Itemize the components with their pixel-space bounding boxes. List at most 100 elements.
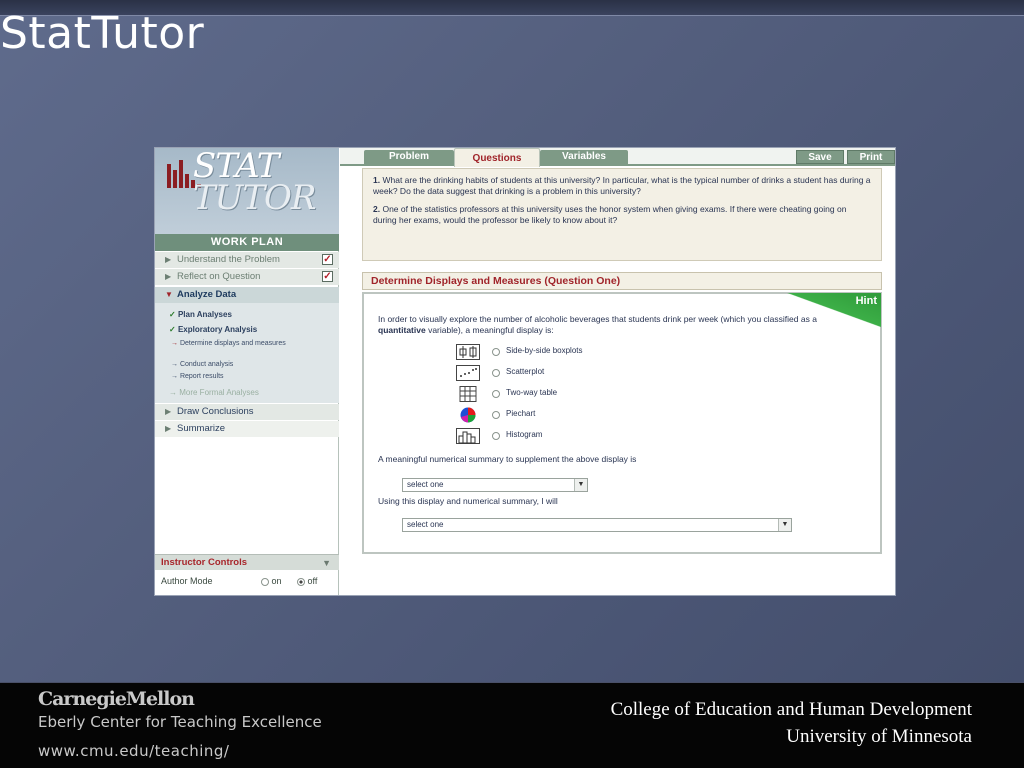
- subitem-plan-analyses[interactable]: ✓ Plan Analyses: [169, 309, 232, 320]
- sidebar-item-label: Analyze Data: [177, 289, 237, 300]
- tab-questions[interactable]: Questions: [454, 148, 540, 167]
- option-boxplots[interactable]: Side-by-side boxplots: [456, 344, 656, 360]
- sidebar-item-summarize[interactable]: ▶ Summarize: [155, 421, 339, 437]
- question-two-text: One of the statistics professors at this…: [373, 204, 847, 225]
- save-button[interactable]: Save: [796, 150, 844, 164]
- dropdown-arrow-icon: ▼: [778, 519, 791, 531]
- subitem-label: More Formal Analyses: [179, 388, 259, 397]
- stattutor-screenshot: STAT TUTOR WORK PLAN ▶ Understand the Pr…: [154, 147, 896, 596]
- sidebar-item-reflect-question[interactable]: ▶ Reflect on Question ✓: [155, 269, 339, 285]
- question-one-text: What are the drinking habits of students…: [373, 175, 871, 196]
- arrow-right-icon: →: [171, 361, 178, 368]
- checkbox-checked-icon: ✓: [322, 254, 333, 265]
- option-scatterplot[interactable]: Scatterplot: [456, 365, 656, 381]
- subitem-report-results[interactable]: → Report results: [171, 372, 224, 381]
- summary-select[interactable]: select one ▼: [402, 478, 588, 492]
- author-mode-label: Author Mode: [161, 576, 213, 586]
- option-label: Piechart: [506, 409, 536, 418]
- sidebar-item-label: Reflect on Question: [177, 271, 261, 282]
- logo-text-bottom: TUTOR: [193, 178, 316, 218]
- intro-text-start: In order to visually explore the number …: [378, 314, 817, 324]
- slide-title: StatTutor: [0, 8, 205, 59]
- subitem-label: Exploratory Analysis: [177, 325, 258, 334]
- radio-two-way-table[interactable]: [492, 390, 500, 398]
- scatterplot-icon: [456, 365, 480, 381]
- checkmark-icon: ✓: [169, 310, 176, 319]
- subitem-determine-displays[interactable]: → Determine displays and measures: [171, 339, 291, 348]
- sidebar: STAT TUTOR WORK PLAN ▶ Understand the Pr…: [155, 148, 339, 595]
- section-title: Determine Displays and Measures (Questio…: [362, 272, 882, 290]
- radio-off-selected[interactable]: [297, 577, 305, 586]
- sidebar-item-label: Understand the Problem: [177, 254, 280, 265]
- tab-problem[interactable]: Problem: [364, 150, 454, 164]
- triangle-right-icon: ▶: [165, 255, 172, 264]
- option-piechart[interactable]: Piechart: [456, 407, 656, 423]
- subitem-label: Determine displays and measures: [179, 340, 286, 347]
- conclusion-select[interactable]: select one ▼: [402, 518, 792, 532]
- instructor-controls-label: Instructor Controls: [161, 557, 248, 568]
- conclusion-prompt: Using this display and numerical summary…: [378, 496, 558, 506]
- option-two-way-table[interactable]: Two-way table: [456, 386, 656, 402]
- question-two-number: 2.: [373, 204, 381, 214]
- subitem-exploratory-analysis[interactable]: ✓ Exploratory Analysis: [169, 324, 257, 335]
- work-plan-header: WORK PLAN: [155, 234, 339, 251]
- piechart-icon: [460, 407, 476, 423]
- question-one-number: 1.: [373, 175, 381, 185]
- question-one: 1. What are the drinking habits of stude…: [373, 175, 871, 197]
- author-mode-off[interactable]: off: [297, 575, 317, 587]
- radio-piechart[interactable]: [492, 411, 500, 419]
- instructor-controls-bar[interactable]: Instructor Controls ▼: [155, 554, 339, 570]
- subitem-conduct-analysis[interactable]: → Conduct analysis: [171, 360, 233, 369]
- hint-label: Hint: [855, 295, 877, 307]
- tab-bar: Problem Questions Variables Save Print: [340, 148, 895, 167]
- boxplot-icon: [456, 344, 480, 360]
- question-two: 2. One of the statistics professors at t…: [373, 204, 871, 226]
- radio-scatterplot[interactable]: [492, 369, 500, 377]
- dropdown-arrow-icon: ▼: [574, 479, 587, 491]
- intro-text-end: variable), a meaningful display is:: [425, 325, 554, 335]
- option-label: Histogram: [506, 430, 543, 439]
- summary-select-value: select one: [407, 480, 444, 489]
- radio-on[interactable]: [261, 577, 269, 586]
- checkbox-checked-icon: ✓: [322, 271, 333, 282]
- arrow-right-icon: →: [169, 388, 177, 397]
- university-line: University of Minnesota: [786, 726, 972, 747]
- display-question-text: In order to visually explore the number …: [378, 314, 848, 336]
- author-off-label: off: [307, 576, 318, 586]
- questions-box: 1. What are the drinking habits of stude…: [362, 168, 882, 261]
- print-button[interactable]: Print: [847, 150, 895, 164]
- option-label: Scatterplot: [506, 367, 545, 376]
- chevron-down-icon: ▼: [322, 558, 331, 568]
- subitem-label: Conduct analysis: [179, 361, 234, 368]
- summary-prompt: A meaningful numerical summary to supple…: [378, 454, 637, 464]
- main-panel: Problem Questions Variables Save Print 1…: [340, 148, 895, 595]
- triangle-right-icon: ▶: [165, 424, 172, 433]
- triangle-down-icon: ▼: [165, 290, 173, 299]
- sidebar-item-draw-conclusions[interactable]: ▶ Draw Conclusions: [155, 404, 339, 420]
- arrow-right-icon: →: [171, 340, 178, 347]
- display-measures-panel: Hint In order to visually explore the nu…: [362, 292, 882, 554]
- triangle-right-icon: ▶: [165, 272, 172, 281]
- logo-text: STAT TUTOR: [193, 149, 316, 218]
- slide-footer: CarnegieMellon Eberly Center for Teachin…: [0, 682, 1024, 768]
- footer-url[interactable]: www.cmu.edu/teaching/: [38, 742, 229, 760]
- analyze-subpanel: ✓ Plan Analyses ✓ Exploratory Analysis →…: [155, 303, 339, 403]
- sidebar-item-understand-problem[interactable]: ▶ Understand the Problem ✓: [155, 252, 339, 268]
- radio-histogram[interactable]: [492, 432, 500, 440]
- arrow-right-icon: →: [171, 373, 178, 380]
- radio-boxplots[interactable]: [492, 348, 500, 356]
- author-mode-row: Author Mode on off: [161, 575, 337, 587]
- sidebar-item-analyze-data[interactable]: ▼ Analyze Data: [155, 287, 339, 303]
- subitem-label: Report results: [179, 373, 224, 380]
- histogram-icon: [456, 428, 480, 444]
- subitem-label: Plan Analyses: [177, 310, 232, 319]
- table-icon: [459, 386, 477, 402]
- stattutor-logo: STAT TUTOR: [155, 148, 339, 248]
- cmu-logo: CarnegieMellon: [38, 688, 195, 710]
- author-mode-on[interactable]: on: [261, 575, 282, 587]
- tab-variables[interactable]: Variables: [540, 150, 628, 164]
- triangle-right-icon: ▶: [165, 407, 172, 416]
- option-histogram[interactable]: Histogram: [456, 428, 656, 444]
- center-name: Eberly Center for Teaching Excellence: [38, 713, 322, 731]
- subitem-more-formal-analyses[interactable]: → More Formal Analyses: [169, 387, 259, 398]
